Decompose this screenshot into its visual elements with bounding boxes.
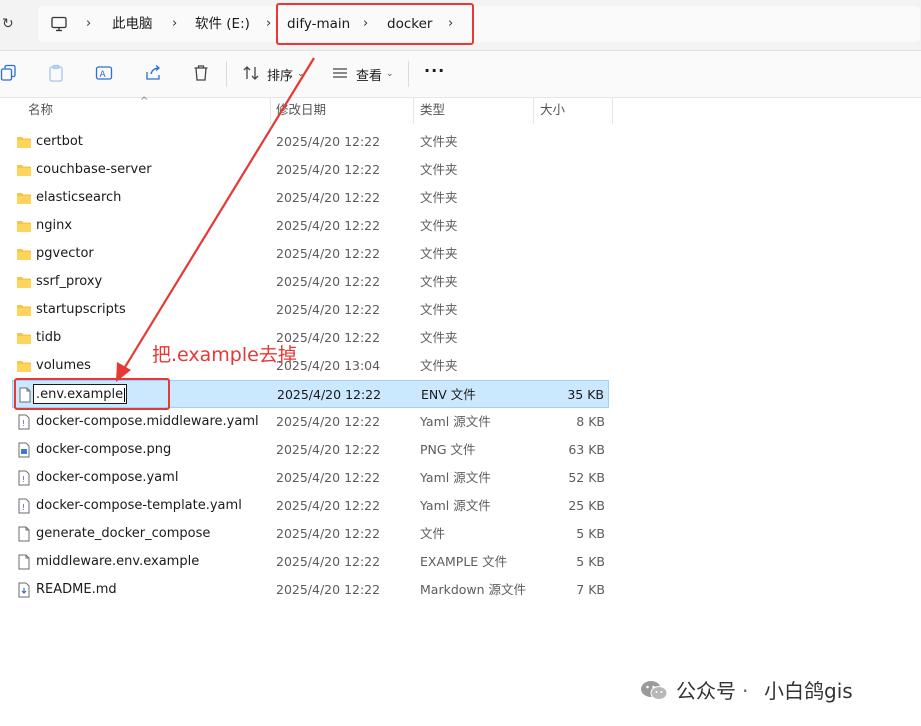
watermark-brand: 公众号 (676, 679, 736, 703)
annotation-text: 把.example去掉 (152, 344, 297, 366)
annotation-arrow (116, 57, 315, 382)
watermark-separator: · (742, 679, 749, 703)
wechat-icon (641, 681, 668, 700)
highlight-box-file (14, 378, 170, 410)
watermark-author: 小白鸽gis (764, 679, 853, 703)
